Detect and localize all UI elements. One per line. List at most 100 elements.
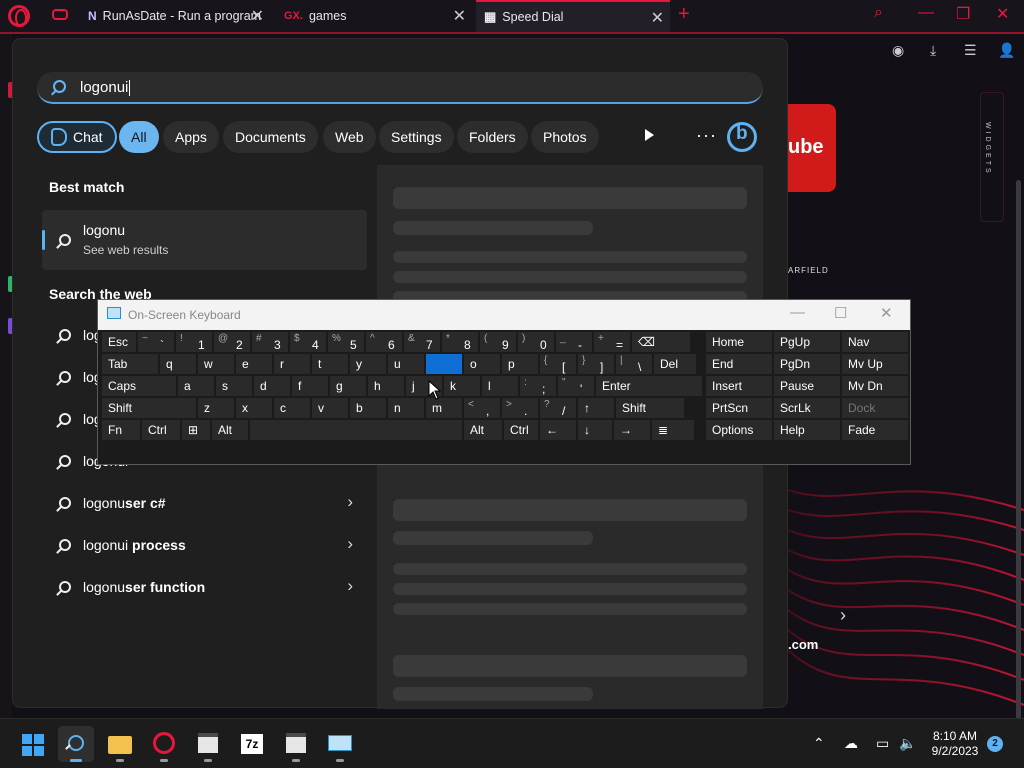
osk-key[interactable]: % 5 bbox=[328, 332, 364, 352]
volume-icon[interactable]: 🔈 bbox=[899, 735, 916, 752]
osk-key[interactable]: ? / bbox=[540, 398, 576, 418]
osk-titlebar[interactable]: On-Screen Keyboard — ☐ ✕ bbox=[98, 300, 910, 330]
filter-documents[interactable]: Documents bbox=[223, 121, 318, 153]
osk-key[interactable]: Caps bbox=[102, 376, 176, 396]
osk-nav-key[interactable]: Fade bbox=[842, 420, 908, 440]
osk-key[interactable]: Ctrl bbox=[504, 420, 538, 440]
osk-nav-key[interactable]: PrtScn bbox=[706, 398, 772, 418]
osk-nav-key[interactable]: Mv Up bbox=[842, 354, 908, 374]
web-result-row[interactable]: logonuser function › bbox=[42, 567, 367, 607]
osk-key[interactable]: a bbox=[178, 376, 214, 396]
osk-key[interactable]: (9 bbox=[480, 332, 516, 352]
osk-key[interactable] bbox=[426, 354, 462, 374]
maximize-icon[interactable]: ☐ bbox=[834, 304, 847, 322]
osk-key[interactable]: {[ bbox=[540, 354, 576, 374]
osk-key[interactable]: k bbox=[444, 376, 480, 396]
osk-key[interactable]: q bbox=[160, 354, 196, 374]
osk-key[interactable]: w bbox=[198, 354, 234, 374]
gamepad-icon[interactable] bbox=[52, 9, 68, 20]
close-icon[interactable]: ✕ bbox=[880, 304, 893, 322]
osk-key[interactable]: <, bbox=[464, 398, 500, 418]
osk-key[interactable]: f bbox=[292, 376, 328, 396]
tab-runasdate[interactable]: N RunAsDate - Run a program ✕ bbox=[80, 0, 270, 32]
osk-key[interactable]: Alt bbox=[464, 420, 502, 440]
7zip-button[interactable]: 7z bbox=[234, 726, 270, 762]
show-hidden-icons-chevron-icon[interactable]: ⌃ bbox=[813, 735, 825, 752]
opera-gx-logo-icon[interactable] bbox=[8, 5, 30, 27]
calendar-app-button[interactable] bbox=[190, 726, 226, 762]
osk-key[interactable]: ^ 6 bbox=[366, 332, 402, 352]
osk-key[interactable]: | \ bbox=[616, 354, 652, 374]
osk-key[interactable]: ~ ` bbox=[138, 332, 174, 352]
download-icon[interactable]: ⤓ bbox=[930, 42, 936, 59]
web-result-row[interactable]: logonuser c# › bbox=[42, 483, 367, 523]
osk-key[interactable]: ≣ bbox=[652, 420, 694, 440]
notification-badge[interactable]: 2 bbox=[987, 736, 1003, 752]
bing-icon[interactable] bbox=[727, 122, 757, 152]
osk-key[interactable]: ⊞ bbox=[182, 420, 210, 440]
network-icon[interactable]: ▭ bbox=[876, 735, 889, 752]
osk-nav-key[interactable]: PgUp bbox=[774, 332, 840, 352]
file-explorer-button[interactable] bbox=[102, 726, 138, 762]
filter-folders[interactable]: Folders bbox=[457, 121, 528, 153]
osk-key[interactable]: Shift bbox=[102, 398, 196, 418]
osk-nav-key[interactable]: End bbox=[706, 354, 772, 374]
osk-nav-key[interactable]: Help bbox=[774, 420, 840, 440]
osk-nav-key[interactable]: Options bbox=[706, 420, 772, 440]
web-result-row[interactable]: logonui process › bbox=[42, 525, 367, 565]
osk-nav-key[interactable]: Home bbox=[706, 332, 772, 352]
osk-key[interactable]: → bbox=[614, 420, 650, 440]
osk-key[interactable]: ⌫ bbox=[632, 332, 690, 352]
chevron-right-icon[interactable]: › bbox=[347, 492, 353, 512]
osk-nav-key[interactable]: PgDn bbox=[774, 354, 840, 374]
starfield-tile-label[interactable]: ARFIELD bbox=[788, 266, 829, 275]
osk-key[interactable]: ↑ bbox=[578, 398, 614, 418]
osk-key[interactable]: x bbox=[236, 398, 272, 418]
calendar-app-button-2[interactable] bbox=[278, 726, 314, 762]
close-window-icon[interactable]: ✕ bbox=[996, 4, 1009, 24]
osk-key[interactable]: Esc bbox=[102, 332, 136, 352]
onscreen-keyboard-taskbar-button[interactable] bbox=[322, 726, 358, 762]
close-tab-icon[interactable]: ✕ bbox=[651, 8, 664, 28]
filter-chat[interactable]: Chat bbox=[37, 121, 117, 153]
osk-key[interactable]: ! 1 bbox=[176, 332, 212, 352]
filter-apps[interactable]: Apps bbox=[163, 121, 219, 153]
restore-icon[interactable]: ❐ bbox=[956, 4, 970, 24]
osk-nav-key[interactable]: Nav bbox=[842, 332, 908, 352]
osk-nav-key[interactable]: Dock bbox=[842, 398, 908, 418]
osk-key[interactable]: :; bbox=[520, 376, 556, 396]
profile-icon[interactable]: 👤 bbox=[998, 42, 1015, 59]
chevron-right-icon[interactable]: › bbox=[347, 576, 353, 596]
osk-key[interactable]: Alt bbox=[212, 420, 248, 440]
minimize-icon[interactable]: — bbox=[918, 4, 934, 22]
osk-key[interactable]: g bbox=[330, 376, 366, 396]
taskbar-search-button[interactable] bbox=[58, 726, 94, 762]
osk-key[interactable]: p bbox=[502, 354, 538, 374]
osk-key[interactable]: _ - bbox=[556, 332, 592, 352]
osk-key[interactable]: z bbox=[198, 398, 234, 418]
osk-key[interactable]: e bbox=[236, 354, 272, 374]
osk-key[interactable]: c bbox=[274, 398, 310, 418]
osk-nav-key[interactable]: Mv Dn bbox=[842, 376, 908, 396]
osk-key[interactable]: y bbox=[350, 354, 386, 374]
search-tabs-icon[interactable]: ⌕ bbox=[874, 4, 883, 22]
osk-key[interactable]: t bbox=[312, 354, 348, 374]
osk-key[interactable]: ← bbox=[540, 420, 576, 440]
filter-all[interactable]: All bbox=[119, 121, 159, 153]
osk-key[interactable]: ) 0 bbox=[518, 332, 554, 352]
more-filters-play-icon[interactable] bbox=[645, 129, 654, 141]
camera-icon[interactable]: ◉ bbox=[892, 42, 904, 59]
page-scrollbar[interactable] bbox=[1016, 180, 1021, 720]
osk-key[interactable]: >. bbox=[502, 398, 538, 418]
osk-key[interactable]: h bbox=[368, 376, 404, 396]
osk-key[interactable]: }] bbox=[578, 354, 614, 374]
osk-key[interactable]: Tab bbox=[102, 354, 158, 374]
osk-key[interactable]: v bbox=[312, 398, 348, 418]
osk-key[interactable]: Enter bbox=[596, 376, 702, 396]
osk-key[interactable]: @2 bbox=[214, 332, 250, 352]
osk-key[interactable]: Fn bbox=[102, 420, 140, 440]
start-button[interactable] bbox=[14, 726, 50, 762]
filter-web[interactable]: Web bbox=[323, 121, 376, 153]
osk-nav-key[interactable]: Insert bbox=[706, 376, 772, 396]
osk-nav-key[interactable]: ScrLk bbox=[774, 398, 840, 418]
